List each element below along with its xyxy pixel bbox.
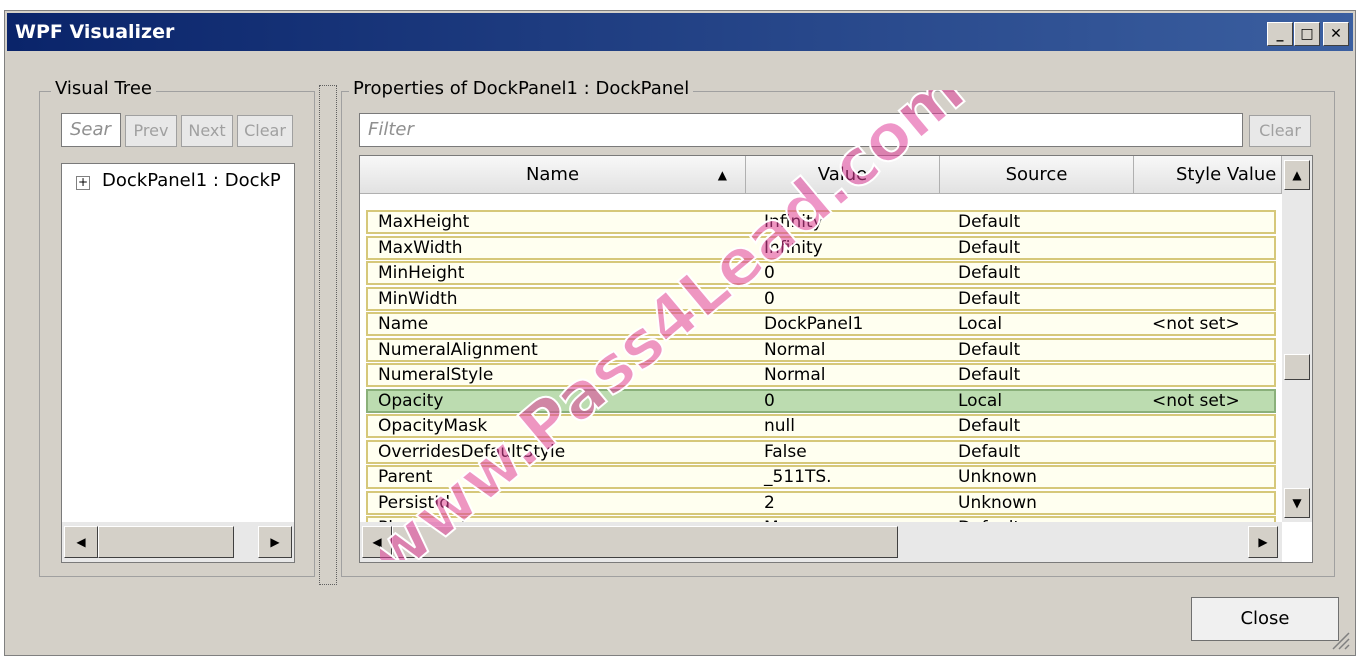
expand-icon[interactable]: + bbox=[76, 176, 90, 190]
cell-value: Normal bbox=[764, 339, 826, 360]
cell-style: <not set> bbox=[1152, 314, 1240, 334]
tree-search-input[interactable]: Sear bbox=[61, 113, 121, 147]
cell-value: 0 bbox=[764, 288, 775, 309]
filter-input[interactable]: Filter bbox=[359, 113, 1243, 147]
cell-source: Default bbox=[958, 288, 1021, 309]
minimize-icon: _ bbox=[1276, 26, 1284, 42]
cell-source: Local bbox=[958, 390, 1003, 411]
grid-vertical-scrollbar[interactable]: ▲ ▼ bbox=[1282, 156, 1312, 522]
properties-grid[interactable]: Name ▲ Value Source Style Value MaxHeigh… bbox=[359, 155, 1313, 563]
cell-name: MinWidth bbox=[378, 288, 458, 309]
prev-button[interactable]: Prev bbox=[125, 115, 177, 147]
filter-clear-button[interactable]: Clear bbox=[1249, 115, 1311, 147]
title-bar[interactable]: WPF Visualizer _ □ ✕ bbox=[7, 13, 1353, 51]
maximize-button[interactable]: □ bbox=[1294, 22, 1320, 46]
table-row[interactable]: NumeralStyle Normal Default bbox=[366, 363, 1276, 387]
cell-value: 0 bbox=[764, 263, 775, 283]
tree-horizontal-scrollbar[interactable]: ◀ ▶ bbox=[62, 522, 294, 562]
cell-name: MaxWidth bbox=[378, 237, 463, 258]
cell-name: OpacityMask bbox=[378, 416, 488, 436]
scroll-right-icon[interactable]: ▶ bbox=[258, 526, 292, 558]
table-row[interactable]: Parent _511TS. Unknown bbox=[366, 465, 1276, 489]
grid-scroll-left-icon[interactable]: ◀ bbox=[362, 526, 392, 558]
cell-name: NumeralAlignment bbox=[378, 339, 538, 360]
scroll-up-icon[interactable]: ▲ bbox=[1284, 160, 1310, 190]
properties-label: Properties of DockPanel1 : DockPanel bbox=[349, 78, 694, 99]
cell-source: Default bbox=[958, 263, 1021, 283]
cell-value: 2 bbox=[764, 492, 775, 513]
close-window-button[interactable]: ✕ bbox=[1323, 22, 1349, 46]
table-row[interactable]: NumeralAlignment Normal Default bbox=[366, 337, 1276, 362]
table-row[interactable]: PersistId 2 Unknown bbox=[366, 490, 1276, 515]
cell-value: Infinity bbox=[764, 212, 823, 232]
cell-source: Default bbox=[958, 237, 1021, 258]
cell-source: Default bbox=[958, 416, 1021, 436]
grid-horizontal-thumb[interactable] bbox=[392, 526, 898, 558]
tree-clear-button[interactable]: Clear bbox=[237, 115, 293, 147]
cell-name: Parent bbox=[378, 467, 433, 487]
wpf-visualizer-window: WPF Visualizer _ □ ✕ Visual Tree Sear Pr… bbox=[4, 10, 1356, 656]
table-row[interactable]: MaxWidth Infinity Default bbox=[366, 235, 1276, 260]
cell-value: null bbox=[764, 416, 795, 436]
maximize-icon: □ bbox=[1300, 26, 1314, 42]
cell-source: Default bbox=[958, 339, 1021, 360]
cell-value: Infinity bbox=[764, 237, 823, 258]
close-icon: ✕ bbox=[1330, 26, 1342, 42]
column-header-name-label: Name bbox=[525, 164, 580, 185]
table-row[interactable]: MinHeight 0 Default bbox=[366, 261, 1276, 285]
cell-name: PersistId bbox=[378, 492, 451, 513]
scroll-thumb[interactable] bbox=[98, 526, 234, 558]
tree-node-dockpanel1[interactable]: DockPanel1 : DockP bbox=[102, 170, 281, 191]
table-row[interactable]: Name DockPanel1 Local <not set> bbox=[366, 312, 1276, 336]
cell-name: MinHeight bbox=[378, 263, 465, 283]
cell-value: False bbox=[764, 441, 807, 462]
cell-name: MaxHeight bbox=[378, 212, 470, 232]
column-header-style-value[interactable]: Style Value bbox=[1134, 156, 1282, 194]
scroll-down-icon[interactable]: ▼ bbox=[1284, 488, 1310, 518]
column-header-source[interactable]: Source bbox=[940, 156, 1134, 194]
window-title: WPF Visualizer bbox=[15, 21, 175, 43]
scroll-left-icon[interactable]: ◀ bbox=[64, 526, 98, 558]
cell-name: Opacity bbox=[378, 390, 444, 411]
panel-splitter[interactable] bbox=[319, 85, 337, 585]
next-button[interactable]: Next bbox=[181, 115, 233, 147]
cell-source: Default bbox=[958, 212, 1021, 232]
cell-name: Name bbox=[378, 314, 429, 334]
grid-horizontal-scrollbar[interactable]: ◀ ▶ bbox=[360, 522, 1282, 562]
minimize-button[interactable]: _ bbox=[1267, 22, 1293, 46]
table-row[interactable]: Opacity 0 Local <not set> bbox=[366, 388, 1276, 413]
table-row[interactable]: OpacityMask null Default bbox=[366, 414, 1276, 438]
sort-ascending-icon: ▲ bbox=[717, 168, 727, 182]
cell-value: Normal bbox=[764, 365, 826, 385]
grid-scroll-right-icon[interactable]: ▶ bbox=[1248, 526, 1278, 558]
visual-tree-label: Visual Tree bbox=[51, 78, 156, 99]
visual-tree-view[interactable]: + DockPanel1 : DockP ◀ ▶ bbox=[61, 163, 295, 563]
vertical-scroll-thumb[interactable] bbox=[1284, 354, 1310, 380]
resize-grip-icon[interactable] bbox=[1329, 629, 1351, 651]
cell-value: 0 bbox=[764, 390, 775, 411]
table-row[interactable]: MinWidth 0 Default bbox=[366, 286, 1276, 311]
cell-name: NumeralStyle bbox=[378, 365, 494, 385]
cell-value: DockPanel1 bbox=[764, 314, 864, 334]
table-row[interactable]: OverridesDefaultStyle False Default bbox=[366, 439, 1276, 464]
column-header-name[interactable]: Name ▲ bbox=[360, 156, 746, 194]
cell-source: Local bbox=[958, 314, 1003, 334]
cell-value: _511TS. bbox=[764, 467, 832, 487]
cell-style: <not set> bbox=[1152, 390, 1240, 411]
column-header-value[interactable]: Value bbox=[746, 156, 940, 194]
close-button[interactable]: Close bbox=[1191, 597, 1339, 641]
cell-source: Unknown bbox=[958, 492, 1037, 513]
cell-name: OverridesDefaultStyle bbox=[378, 441, 566, 462]
cell-source: Default bbox=[958, 365, 1021, 385]
cell-source: Unknown bbox=[958, 467, 1037, 487]
cell-source: Default bbox=[958, 441, 1021, 462]
table-row[interactable]: MaxHeight Infinity Default bbox=[366, 210, 1276, 234]
